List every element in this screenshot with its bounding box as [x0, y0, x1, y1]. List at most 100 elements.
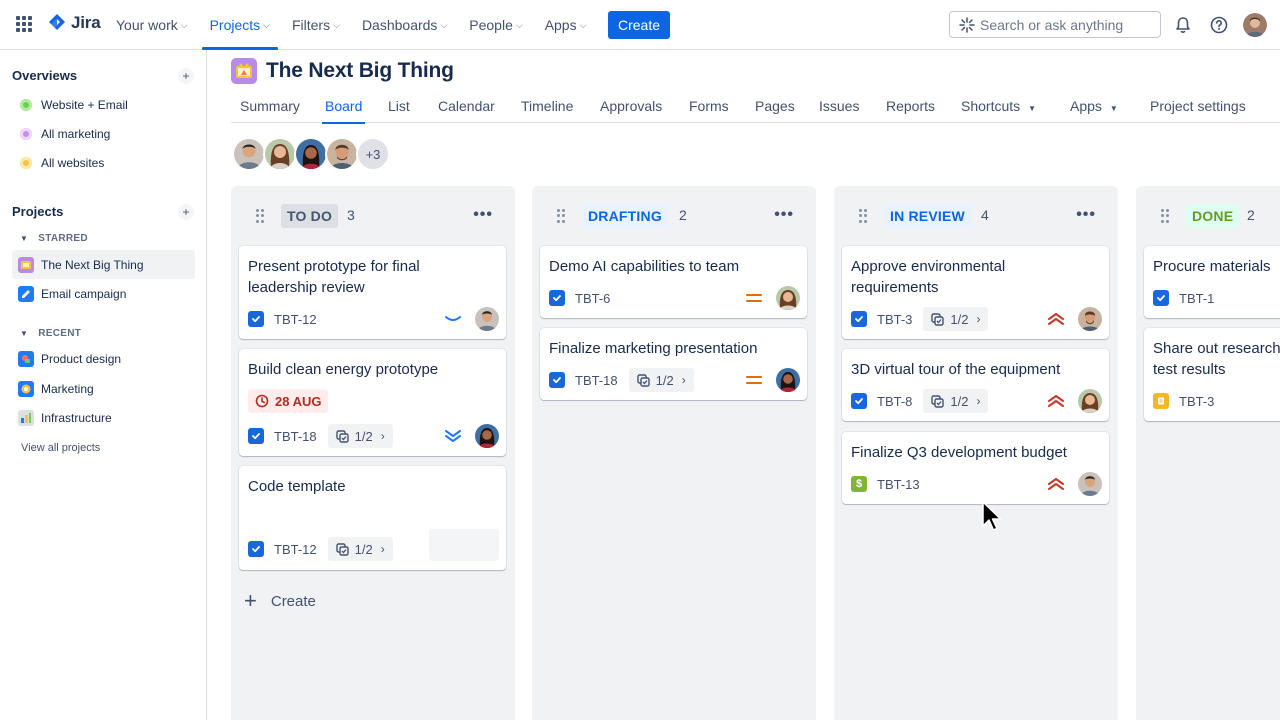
issue-card[interactable]: Finalize Q3 development budget $ TBT-13: [842, 432, 1109, 504]
more-actions-icon[interactable]: •••: [774, 206, 794, 224]
more-actions-icon[interactable]: •••: [1076, 206, 1096, 224]
sidebar-item-product-design[interactable]: Product design: [12, 344, 195, 373]
card-footer: TBT-3: [1153, 389, 1280, 413]
create-button[interactable]: Create: [608, 11, 670, 39]
issue-card[interactable]: Share out research test results TBT-3: [1144, 328, 1280, 421]
issue-card[interactable]: Finalize marketing presentation TBT-18 1…: [540, 328, 807, 400]
tab-timeline[interactable]: Timeline: [521, 98, 573, 114]
tab-project-settings[interactable]: Project settings: [1150, 98, 1246, 114]
nav-your-work[interactable]: Your work ⌵: [108, 0, 196, 50]
help-icon[interactable]: [1209, 15, 1229, 35]
sidebar-item-the-next-big-thing[interactable]: The Next Big Thing: [12, 250, 195, 279]
assignee-avatar[interactable]: [475, 307, 499, 331]
search-input[interactable]: [980, 16, 1150, 33]
subtask-progress[interactable]: 1/2 ›: [923, 389, 989, 413]
create-label: Create: [270, 592, 316, 610]
issue-card[interactable]: Present prototype for final leadership r…: [239, 246, 506, 339]
assignee-avatar[interactable]: [776, 368, 800, 392]
tab-shortcuts[interactable]: Shortcuts ▼: [961, 98, 1036, 114]
assignee-avatar[interactable]: [475, 424, 499, 448]
issue-key[interactable]: TBT-3: [1179, 394, 1214, 409]
nav-apps[interactable]: Apps ⌵: [537, 0, 595, 50]
card-title: Present prototype for final leadership r…: [248, 258, 420, 296]
issue-card[interactable]: Demo AI capabilities to team TBT-6: [540, 246, 807, 318]
tab-list[interactable]: List: [388, 98, 410, 114]
create-issue-button[interactable]: + Create: [244, 590, 316, 612]
nav-people[interactable]: People ⌵: [461, 0, 530, 50]
issue-card[interactable]: Procure materials TBT-1: [1144, 246, 1280, 318]
more-actions-icon[interactable]: •••: [473, 206, 493, 224]
tab-pages[interactable]: Pages: [755, 98, 795, 114]
assignee-avatar[interactable]: [1078, 389, 1102, 413]
column-title: IN REVIEW: [884, 204, 971, 228]
starred-section-toggle[interactable]: ▼ STARRED: [20, 233, 88, 244]
issue-key[interactable]: TBT-1: [1179, 291, 1214, 306]
user-avatar[interactable]: [1243, 13, 1267, 37]
app-switcher-icon[interactable]: [16, 16, 32, 32]
view-all-projects-link[interactable]: View all projects: [21, 442, 100, 454]
issue-key[interactable]: TBT-18: [274, 429, 317, 444]
avatar[interactable]: [232, 137, 266, 171]
recent-section-toggle[interactable]: ▼ RECENT: [20, 328, 81, 339]
subtask-progress[interactable]: 1/2 ›: [327, 424, 393, 448]
assignee-avatar[interactable]: [1078, 472, 1102, 496]
avatar[interactable]: [294, 137, 328, 171]
chevron-right-icon: ›: [976, 394, 981, 408]
subtask-progress[interactable]: 1/2 ›: [923, 307, 989, 331]
drag-handle-icon[interactable]: [256, 209, 264, 223]
more-members-badge[interactable]: +3: [356, 137, 390, 171]
issue-card[interactable]: 3D virtual tour of the equipment TBT-8 1…: [842, 349, 1109, 421]
issue-key[interactable]: TBT-8: [877, 394, 912, 409]
tab-approvals[interactable]: Approvals: [600, 98, 662, 114]
sidebar-item-website-email[interactable]: Website + Email: [12, 90, 195, 119]
drag-handle-icon[interactable]: [859, 209, 867, 223]
drag-handle-icon[interactable]: [557, 209, 565, 223]
task-type-icon: [248, 311, 264, 327]
card-title: Build clean energy prototype: [248, 361, 439, 378]
sidebar-item-email-campaign[interactable]: Email campaign: [12, 279, 195, 308]
priority-high-icon: [1048, 313, 1064, 325]
nav-label: Projects: [209, 17, 261, 33]
sidebar-item-all-marketing[interactable]: All marketing: [12, 119, 195, 148]
drag-handle-icon[interactable]: [1161, 209, 1169, 223]
avatar[interactable]: [325, 137, 359, 171]
nav-dashboards[interactable]: Dashboards ⌵: [354, 0, 455, 50]
nav-filters[interactable]: Filters ⌵: [284, 0, 348, 50]
add-project-icon[interactable]: +: [178, 204, 194, 220]
tab-calendar[interactable]: Calendar: [438, 98, 495, 114]
tab-forms[interactable]: Forms: [689, 98, 729, 114]
issue-card[interactable]: Approve environmental requirements TBT-3…: [842, 246, 1109, 339]
issue-key[interactable]: TBT-6: [575, 291, 610, 306]
notifications-bell-icon[interactable]: [1173, 15, 1193, 35]
subtask-icon: [335, 429, 349, 443]
task-type-icon: [248, 541, 264, 557]
tab-board[interactable]: Board: [321, 98, 366, 124]
avatar[interactable]: [263, 137, 297, 171]
page-title: The Next Big Thing: [266, 59, 454, 82]
tab-summary[interactable]: Summary: [240, 98, 300, 114]
add-overview-icon[interactable]: +: [178, 68, 194, 84]
tab-issues[interactable]: Issues: [819, 98, 859, 114]
search-box[interactable]: [949, 11, 1161, 38]
sidebar-item-all-websites[interactable]: All websites: [12, 148, 195, 177]
issue-key[interactable]: TBT-12: [274, 542, 317, 557]
sidebar-item-infrastructure[interactable]: Infrastructure: [12, 403, 195, 432]
tab-reports[interactable]: Reports: [886, 98, 935, 114]
issue-card[interactable]: Build clean energy prototype 28 AUG TBT-…: [239, 349, 506, 456]
projects-heading: Projects: [12, 204, 64, 219]
nav-projects[interactable]: Projects ⌵: [201, 0, 279, 50]
recent-label: RECENT: [38, 328, 82, 339]
issue-card[interactable]: Code template TBT-12 1/2 ›: [239, 466, 506, 570]
card-footer: TBT-6: [549, 286, 800, 310]
jira-logo[interactable]: Jira: [48, 13, 101, 33]
assignee-avatar[interactable]: [1078, 307, 1102, 331]
sidebar-item-marketing[interactable]: Marketing: [12, 374, 195, 403]
subtask-progress[interactable]: 1/2 ›: [628, 368, 694, 392]
tab-apps[interactable]: Apps ▼: [1070, 98, 1118, 114]
issue-key[interactable]: TBT-12: [274, 312, 317, 327]
issue-key[interactable]: TBT-3: [877, 312, 912, 327]
issue-key[interactable]: TBT-18: [575, 373, 618, 388]
issue-key[interactable]: TBT-13: [877, 477, 920, 492]
assignee-avatar[interactable]: [776, 286, 800, 310]
subtask-progress[interactable]: 1/2 ›: [327, 537, 393, 561]
